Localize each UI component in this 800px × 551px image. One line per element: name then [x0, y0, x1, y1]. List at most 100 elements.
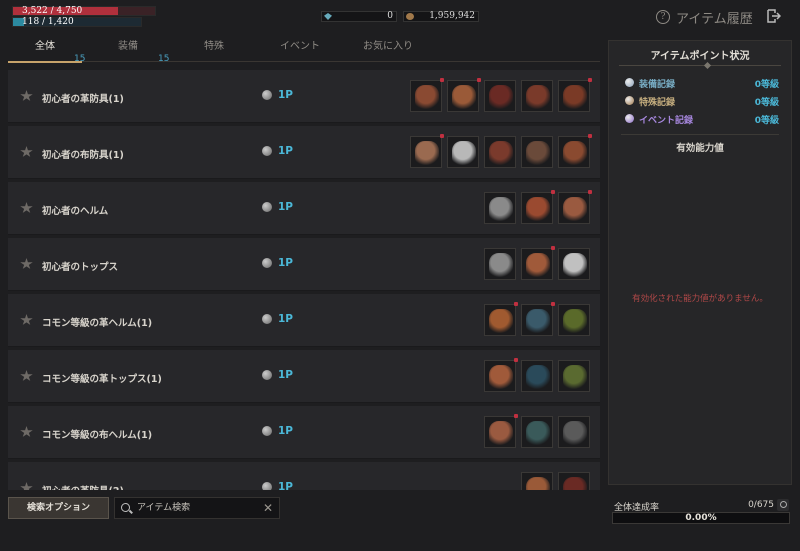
item-slot[interactable]: [521, 246, 555, 280]
cloth-pants-icon: [489, 141, 513, 165]
item-slot[interactable]: [558, 78, 592, 112]
record-points: 1P: [262, 145, 293, 157]
record-name: コモン等級の布ヘルム(1): [42, 430, 153, 441]
achievement-percent: 0.00%: [685, 513, 717, 523]
tab-special[interactable]: 特殊: [174, 38, 254, 61]
tab-label: 全体: [35, 41, 55, 52]
gem-icon: [324, 13, 332, 20]
record-row[interactable]: コモン等級の革トップス(1) 1P: [8, 350, 600, 403]
gold-currency: 1,959,942: [403, 11, 479, 22]
search-options-button[interactable]: 検索オプション: [8, 497, 109, 519]
search-input[interactable]: [137, 501, 257, 515]
favorite-star-icon[interactable]: [20, 90, 33, 101]
item-slot[interactable]: [447, 78, 481, 112]
item-slot[interactable]: [521, 190, 555, 224]
points-value: 1P: [278, 313, 294, 325]
leather-top-2-icon: [526, 477, 550, 490]
event-record: イベント記録 0等級: [625, 113, 779, 126]
new-badge: [551, 246, 555, 250]
tab-event[interactable]: イベント: [260, 38, 340, 61]
hood-green-icon: [563, 309, 587, 333]
record-row[interactable]: コモン等級の革ヘルム(1) 1P: [8, 294, 600, 347]
record-row[interactable]: 初心者の革防具(2) 1P: [8, 462, 600, 490]
point-coin-icon: [262, 370, 272, 380]
item-slot[interactable]: [484, 358, 518, 392]
mp-bar: 118 / 1,420: [12, 17, 142, 27]
achievement-count: 0/675: [748, 500, 774, 510]
favorite-star-icon[interactable]: [20, 146, 33, 157]
record-value: 0等級: [754, 98, 779, 108]
record-row[interactable]: 初心者のトップス 1P: [8, 238, 600, 291]
tab-favorites[interactable]: お気に入り: [338, 38, 438, 61]
item-slot[interactable]: [484, 192, 516, 224]
item-slot[interactable]: [447, 136, 479, 168]
cap-grey-icon: [563, 421, 587, 445]
tab-label: 特殊: [204, 41, 224, 52]
item-slot[interactable]: [484, 414, 518, 448]
exit-icon[interactable]: [767, 9, 781, 23]
item-slot[interactable]: [558, 416, 590, 448]
points-value: 1P: [278, 481, 294, 490]
item-slot[interactable]: [521, 80, 553, 112]
tab-all[interactable]: 全体 15: [8, 38, 85, 64]
record-list[interactable]: 初心者の革防具(1) 1P 初心者の布防具(1) 1P 初心者のヘルム 1P 初心者のトップ…: [8, 70, 600, 490]
record-points: 1P: [262, 313, 293, 325]
new-badge: [588, 190, 592, 194]
item-slot[interactable]: [558, 190, 592, 224]
record-row[interactable]: コモン等級の布ヘルム(1) 1P: [8, 406, 600, 459]
tab-equipment[interactable]: 装備 15: [88, 38, 169, 64]
chain-top-icon: [489, 253, 513, 277]
record-label: 特殊記録: [639, 98, 676, 108]
vest-olive-icon: [563, 365, 587, 389]
item-slot[interactable]: [521, 136, 553, 168]
record-row[interactable]: 初心者のヘルム 1P: [8, 182, 600, 235]
record-name: 初心者のヘルム: [42, 206, 109, 217]
item-slot[interactable]: [484, 136, 516, 168]
favorite-star-icon[interactable]: [20, 370, 33, 381]
record-name: 初心者のトップス: [42, 262, 119, 273]
record-label: 装備記録: [639, 80, 676, 90]
item-slot[interactable]: [521, 360, 553, 392]
item-slot[interactable]: [484, 80, 516, 112]
record-name: コモン等級の革ヘルム(1): [42, 318, 153, 329]
favorite-star-icon[interactable]: [20, 314, 33, 325]
record-name: 初心者の革防具(1): [42, 94, 124, 105]
item-slot[interactable]: [558, 472, 590, 490]
favorite-star-icon[interactable]: [20, 258, 33, 269]
item-slot[interactable]: [410, 78, 444, 112]
tab-count: 15: [158, 54, 170, 64]
gold-amount: 1,959,942: [429, 11, 475, 21]
item-slot[interactable]: [484, 302, 518, 336]
equipment-record: 装備記録 0等級: [625, 77, 779, 90]
item-slot[interactable]: [558, 360, 590, 392]
item-slot[interactable]: [558, 134, 592, 168]
record-row[interactable]: 初心者の革防具(1) 1P: [8, 70, 600, 123]
hood-brown-icon: [489, 309, 513, 333]
record-value: 0等級: [754, 80, 779, 90]
favorite-star-icon[interactable]: [20, 202, 33, 213]
question-icon[interactable]: ?: [656, 10, 670, 24]
favorite-star-icon[interactable]: [20, 426, 33, 437]
record-label: イベント記録: [639, 116, 694, 126]
achievement-search-icon[interactable]: [777, 499, 789, 511]
new-badge: [551, 190, 555, 194]
record-row[interactable]: 初心者の布防具(1) 1P: [8, 126, 600, 179]
item-slot[interactable]: [410, 134, 444, 168]
points-value: 1P: [278, 89, 294, 101]
item-slot[interactable]: [521, 416, 553, 448]
item-slot[interactable]: [484, 248, 516, 280]
point-coin-icon: [262, 482, 272, 490]
new-badge: [440, 78, 444, 82]
item-slot[interactable]: [521, 472, 553, 490]
item-slot[interactable]: [521, 302, 555, 336]
record-name: 初心者の革防具(2): [42, 483, 124, 490]
item-slot[interactable]: [558, 248, 590, 280]
item-slot[interactable]: [558, 304, 590, 336]
leather-pants-icon: [489, 85, 513, 109]
hood-icon: [526, 197, 550, 221]
equipment-record-icon: [625, 78, 634, 87]
leather-boots-icon: [563, 85, 587, 109]
favorite-star-icon[interactable]: [20, 482, 33, 490]
header: ? アイテム履歴: [656, 8, 753, 27]
clear-icon[interactable]: ✕: [263, 501, 273, 515]
